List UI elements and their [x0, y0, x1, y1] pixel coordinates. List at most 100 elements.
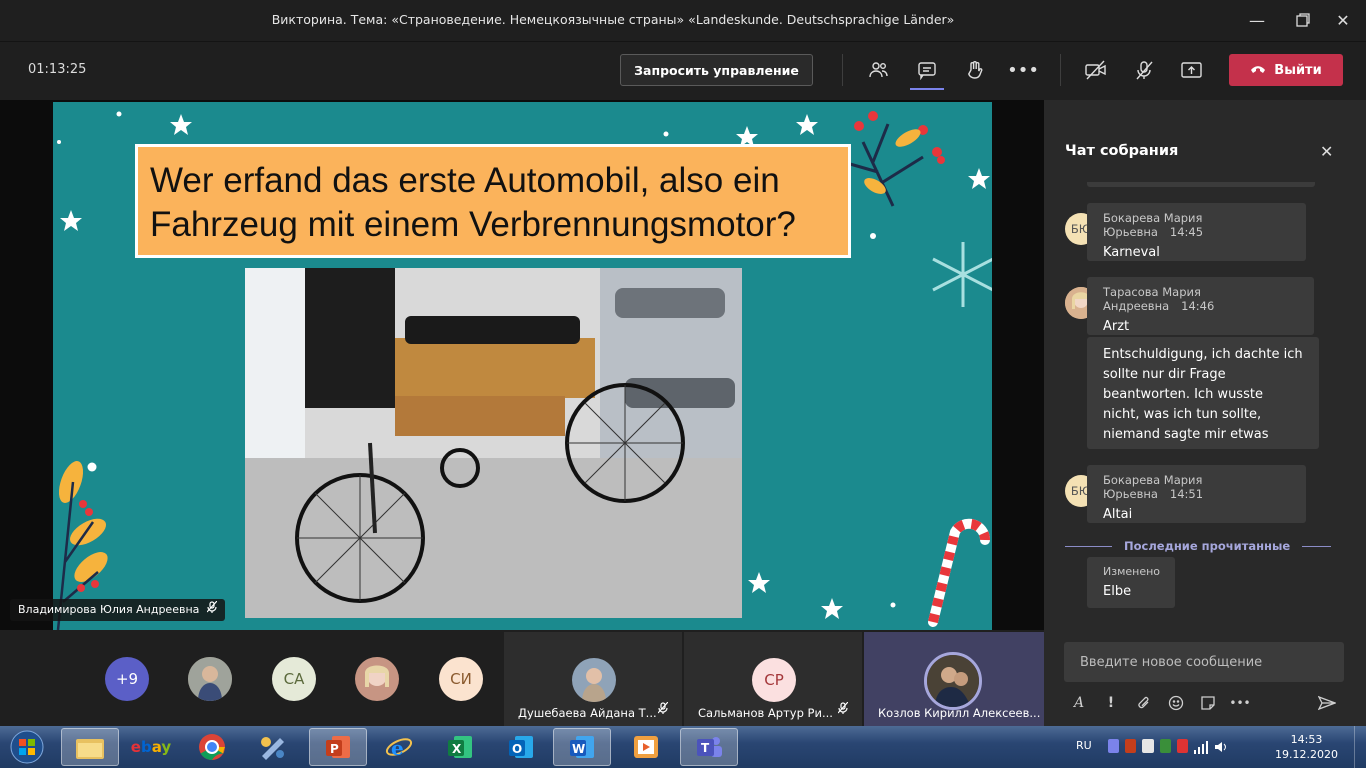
participant-avatar-si[interactable]: СИ [439, 657, 483, 701]
teams-taskbar-icon[interactable]: T [680, 728, 738, 766]
minimize-icon[interactable]: — [1234, 0, 1280, 40]
volume-icon[interactable] [1214, 739, 1228, 753]
svg-text:X: X [452, 742, 462, 756]
camera-off-icon[interactable] [1082, 56, 1110, 84]
more-participants-badge[interactable]: +9 [105, 657, 149, 701]
chat-message[interactable]: Бокарева Мария Юрьевна 14:51 Altai [1087, 465, 1306, 523]
participant-avatar-sa[interactable]: СА [272, 657, 316, 701]
paint-taskbar-icon[interactable] [244, 728, 302, 766]
participant-photo-avatar[interactable] [355, 657, 399, 701]
svg-text:P: P [330, 742, 339, 756]
message-time: 14:46 [1181, 299, 1215, 313]
title-bar: Викторина. Тема: «Страноведение. Немецко… [0, 0, 1366, 42]
tray-app-icon[interactable] [1125, 739, 1137, 753]
attach-icon[interactable] [1133, 692, 1155, 714]
start-button[interactable] [6, 728, 48, 766]
meeting-chat-panel: Чат собрания ✕ БЮ Бокарева Мария Юрьевна… [1044, 100, 1366, 726]
participant-tile-name: Сальманов Артур Ри... [698, 706, 833, 720]
svg-text:O: O [512, 742, 522, 756]
svg-text:e: e [391, 736, 404, 760]
close-window-icon[interactable]: ✕ [1320, 0, 1366, 40]
tray-app-icon[interactable] [1142, 739, 1154, 753]
meeting-toolbar: 01:13:25 Запросить управление ••• Выйти [0, 42, 1366, 100]
speaker-name: Владимирова Юлия Андреевна [18, 603, 200, 616]
participant-tile-name: Козлов Кирилл Алексеев... [878, 706, 1041, 720]
chat-icon[interactable] [910, 56, 944, 90]
important-icon[interactable]: ! [1100, 692, 1122, 714]
more-compose-options-icon[interactable]: ••• [1229, 692, 1251, 714]
chat-message-edited[interactable]: Изменено Elbe [1087, 557, 1175, 608]
participant-tile-name: Душебаева Айдана Т... [518, 706, 657, 720]
divider [842, 54, 843, 86]
outlook-taskbar-icon[interactable]: O [492, 728, 550, 766]
leave-button[interactable]: Выйти [1229, 54, 1343, 86]
chrome-taskbar-icon[interactable] [183, 728, 241, 766]
message-text: Arzt [1103, 319, 1130, 334]
chat-message[interactable]: Entschuldigung, ich dachte ich sollte nu… [1087, 337, 1319, 449]
video-taskbar-icon[interactable] [617, 728, 675, 766]
teams-tray-icon[interactable] [1108, 739, 1120, 753]
leave-label: Выйти [1274, 62, 1322, 78]
shared-content-stage: Wer erfand das erste Automobil, also ein… [0, 100, 1044, 630]
taskbar-clock[interactable]: 14:53 19.12.2020 [1275, 732, 1338, 762]
show-desktop-button[interactable] [1354, 726, 1366, 768]
participant-tile-speaking[interactable]: Козлов Кирилл Алексеев... [864, 632, 1044, 726]
message-time: 14:51 [1169, 487, 1204, 501]
input-language[interactable]: RU [1076, 739, 1092, 752]
tray-app-icon[interactable] [1176, 739, 1189, 753]
last-read-label: Последние прочитанные [1112, 539, 1303, 553]
participant-tile[interactable]: СР Сальманов Артур Ри... [684, 632, 862, 726]
divider [1060, 54, 1061, 86]
chat-compose-input[interactable]: Введите новое сообщение [1064, 642, 1344, 682]
chat-message[interactable]: Бокарева Мария Юрьевна 14:45 Karneval [1087, 203, 1306, 261]
benz-motorwagen-photo [245, 268, 742, 618]
message-time: 14:45 [1169, 225, 1204, 239]
mic-muted-icon [657, 699, 669, 718]
excel-taskbar-icon[interactable]: X [431, 728, 489, 766]
windows-taskbar: ebay P e X O W T RU 14:53 19.12.2020 [0, 726, 1366, 768]
ie-taskbar-icon[interactable]: e [370, 728, 428, 766]
phone-hangup-icon [1250, 63, 1266, 78]
share-screen-icon[interactable] [1178, 56, 1206, 84]
message-text: Karneval [1103, 245, 1160, 260]
active-speaker-label: Владимирова Юлия Андреевна [10, 599, 226, 621]
mic-muted-icon [206, 599, 218, 621]
quiz-question: Wer erfand das erste Automobil, also ein… [135, 144, 851, 258]
participants-icon[interactable] [864, 56, 892, 84]
more-options-icon[interactable]: ••• [1007, 56, 1039, 84]
participant-avatar-sr: СР [752, 658, 796, 702]
message-text: Altai [1103, 507, 1133, 522]
meeting-timer: 01:13:25 [28, 62, 87, 77]
system-tray [1108, 739, 1228, 755]
participant-photo-avatar [572, 658, 616, 702]
powerpoint-taskbar-icon[interactable]: P [309, 728, 367, 766]
message-text: Elbe [1103, 584, 1132, 599]
window-title: Викторина. Тема: «Страноведение. Немецко… [271, 12, 955, 27]
raise-hand-icon[interactable] [961, 56, 989, 84]
participant-photo-avatar [924, 652, 982, 710]
send-icon[interactable] [1316, 692, 1338, 714]
close-chat-icon[interactable]: ✕ [1320, 142, 1333, 161]
presentation-slide: Wer erfand das erste Automobil, also ein… [53, 102, 992, 630]
ebay-taskbar-icon[interactable]: ebay [122, 728, 180, 766]
signal-icon[interactable] [1194, 739, 1209, 754]
svg-text:T: T [701, 741, 710, 755]
participant-photo-avatar[interactable] [188, 657, 232, 701]
clock-date: 19.12.2020 [1275, 748, 1338, 761]
tray-app-icon[interactable] [1159, 739, 1171, 753]
explorer-taskbar-icon[interactable] [61, 728, 119, 766]
chat-message[interactable]: Тарасова Мария Андреевна 14:46 Arzt [1087, 277, 1314, 335]
mic-off-icon[interactable] [1130, 56, 1158, 84]
word-taskbar-icon[interactable]: W [553, 728, 611, 766]
mic-muted-icon [837, 699, 849, 718]
emoji-icon[interactable] [1165, 692, 1187, 714]
chat-title: Чат собрания [1065, 143, 1179, 159]
sticker-icon[interactable] [1197, 692, 1219, 714]
participant-tile[interactable]: Душебаева Айдана Т... [504, 632, 682, 726]
request-control-button[interactable]: Запросить управление [620, 54, 813, 86]
clock-time: 14:53 [1290, 733, 1323, 746]
svg-text:W: W [572, 742, 585, 756]
scrolled-message-edge [1087, 182, 1315, 187]
format-icon[interactable]: A [1068, 692, 1090, 714]
edited-label: Изменено [1103, 565, 1161, 578]
